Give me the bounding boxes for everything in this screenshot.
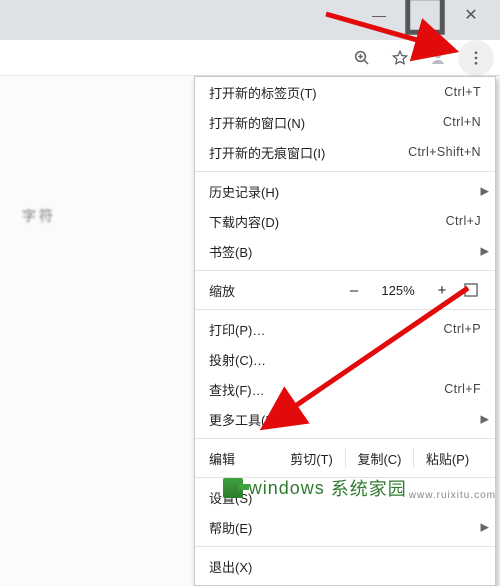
menu-item-label: 缩放 [209,281,341,300]
menu-print[interactable]: 打印(P)… Ctrl+P [195,314,495,344]
background-text: 字符 [22,208,56,224]
submenu-arrow-icon: ▶ [481,185,489,198]
maximize-icon [402,0,448,38]
bookmark-star-button[interactable] [384,42,416,74]
menu-separator [195,438,495,439]
menu-find[interactable]: 查找(F)… Ctrl+F [195,374,495,404]
menu-item-accel: Ctrl+J [446,214,481,228]
window-titlebar: — ✕ [0,0,500,30]
zoom-value: 125% [373,283,423,298]
menu-item-label: 退出(X) [209,557,481,576]
background-panel: 字符 [0,76,190,456]
kebab-icon [467,49,485,67]
menu-item-label: 查找(F)… [209,380,436,399]
star-icon [391,49,409,67]
close-icon: ✕ [464,5,477,25]
menu-item-label: 打开新的无痕窗口(I) [209,143,400,162]
menu-cast[interactable]: 投射(C)… [195,344,495,374]
window-maximize-button[interactable] [402,0,448,30]
window-minimize-button[interactable]: — [356,0,402,30]
menu-settings[interactable]: 设置(S) [195,482,495,512]
menu-new-window[interactable]: 打开新的窗口(N) Ctrl+N [195,107,495,137]
menu-incognito[interactable]: 打开新的无痕窗口(I) Ctrl+Shift+N [195,137,495,167]
profile-icon [429,49,447,67]
edit-copy-button[interactable]: 复制(C) [346,449,413,468]
menu-item-label: 编辑 [209,449,268,468]
menu-separator [195,171,495,172]
menu-edit-row: 编辑 剪切(T) 复制(C) 粘贴(P) [195,443,495,473]
menu-item-accel: Ctrl+Shift+N [408,145,481,159]
zoom-out-button[interactable]: – [341,282,367,299]
menu-help[interactable]: 帮助(E) ▶ [195,512,495,542]
menu-item-label: 打开新的窗口(N) [209,113,435,132]
menu-item-label: 打印(P)… [209,320,436,339]
menu-history[interactable]: 历史记录(H) ▶ [195,176,495,206]
menu-item-accel: Ctrl+P [444,322,481,336]
fullscreen-button[interactable] [461,283,481,297]
menu-item-accel: Ctrl+N [443,115,481,129]
menu-bookmarks[interactable]: 书签(B) ▶ [195,236,495,266]
menu-zoom: 缩放 – 125% + [195,275,495,305]
menu-downloads[interactable]: 下载内容(D) Ctrl+J [195,206,495,236]
profile-button[interactable] [422,42,454,74]
submenu-arrow-icon: ▶ [481,521,489,534]
submenu-arrow-icon: ▶ [481,413,489,426]
menu-item-label: 帮助(E) [209,518,481,537]
magnifier-plus-icon [353,49,371,67]
menu-item-label: 更多工具(L) [209,410,481,429]
edit-cut-button[interactable]: 剪切(T) [278,449,345,468]
menu-separator [195,477,495,478]
menu-more-tools[interactable]: 更多工具(L) ▶ [195,404,495,434]
minimize-icon: — [372,7,386,23]
menu-item-label: 书签(B) [209,242,481,261]
fullscreen-icon [464,283,478,297]
menu-separator [195,270,495,271]
menu-new-tab[interactable]: 打开新的标签页(T) Ctrl+T [195,77,495,107]
menu-item-label: 投射(C)… [209,350,481,369]
menu-item-label: 打开新的标签页(T) [209,83,436,102]
submenu-arrow-icon: ▶ [481,245,489,258]
menu-item-label: 设置(S) [209,488,481,507]
menu-item-label: 下载内容(D) [209,212,438,231]
kebab-menu-button[interactable] [460,42,492,74]
zoom-in-button[interactable]: + [429,282,455,299]
window-close-button[interactable]: ✕ [448,0,494,30]
menu-separator [195,309,495,310]
menu-exit[interactable]: 退出(X) [195,551,495,581]
menu-item-accel: Ctrl+T [444,85,481,99]
menu-item-accel: Ctrl+F [444,382,481,396]
page-zoom-button[interactable] [346,42,378,74]
edit-paste-button[interactable]: 粘贴(P) [414,449,481,468]
main-menu: 打开新的标签页(T) Ctrl+T 打开新的窗口(N) Ctrl+N 打开新的无… [194,76,496,586]
browser-toolbar [0,40,500,76]
menu-separator [195,546,495,547]
menu-item-label: 历史记录(H) [209,182,481,201]
